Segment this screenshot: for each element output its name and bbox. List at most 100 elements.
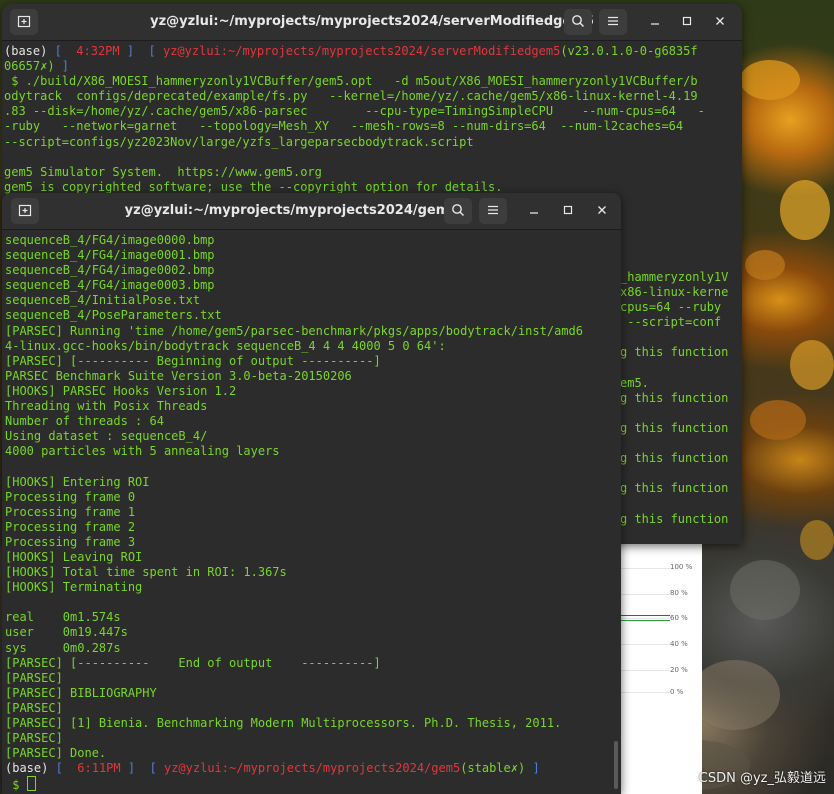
- terminal-line: [PARSEC] [1] Bienia. Benchmarking Modern…: [5, 716, 621, 731]
- terminal-text: (stable✗): [460, 761, 533, 776]
- terminal-text: gem5 Simulator System. https://www.gem5.…: [4, 164, 322, 179]
- terminal-text: sequenceB_4/PoseParameters.txt: [5, 308, 222, 323]
- terminal-text: Processing frame 2: [5, 519, 136, 534]
- terminal-text: [HOOKS] Terminating: [5, 580, 143, 595]
- terminal-text: 4:32PM: [76, 44, 127, 58]
- terminal-text: (base): [5, 761, 56, 776]
- terminal-text: Threading with Posix Threads: [5, 399, 208, 414]
- terminal-line: g this function: [620, 420, 729, 435]
- terminal-text: [PARSEC] [---------- End of output -----…: [5, 655, 381, 670]
- maximize-button[interactable]: [677, 12, 697, 32]
- terminal-line: [PARSEC] Done.: [5, 746, 621, 761]
- terminal-text: [: [54, 44, 77, 58]
- terminal-text: sequenceB_4/FG4/image0003.bmp: [5, 278, 215, 293]
- terminal-line: sequenceB_4/FG4/image0000.bmp: [5, 233, 621, 248]
- terminal-line: Number of threads : 64: [5, 414, 621, 429]
- terminal-line: Using dataset : sequenceB_4/: [5, 429, 621, 444]
- terminal-output-right-column: _hammeryzonly1V x86-linux-kerne cpus=64 --…: [620, 270, 742, 527]
- terminal-line: g this function: [620, 511, 729, 526]
- axis-label: 80 %: [670, 589, 688, 597]
- terminal-line: [HOOKS] Terminating: [5, 580, 621, 595]
- axis-label: 20 %: [670, 666, 688, 674]
- terminal-line: Processing frame 0: [5, 490, 621, 505]
- axis-label: 0 %: [670, 688, 684, 696]
- menu-button[interactable]: [599, 9, 627, 35]
- terminal-line: em5.: [620, 375, 649, 390]
- terminal-text: [PARSEC]: [5, 670, 63, 685]
- terminal-line: _hammeryzonly1V: [620, 270, 729, 284]
- terminal-line: --script=configs/yz2023Nov/large/yzfs_la…: [4, 135, 742, 150]
- terminal-line: 4-linux.gcc-hooks/bin/bodytrack sequence…: [5, 339, 621, 354]
- maximize-button[interactable]: [558, 201, 578, 221]
- terminal-output[interactable]: sequenceB_4/FG4/image0000.bmp sequenceB_4…: [2, 233, 621, 794]
- terminal-text: ]: [532, 761, 540, 776]
- terminal-line: g this function: [620, 345, 729, 360]
- terminal-text: ] [: [127, 761, 164, 776]
- terminal-text: 6:11PM: [77, 761, 128, 776]
- terminal-text: yz@yzlui:~/myprojects/myprojects2024/ser…: [162, 44, 561, 58]
- terminal-text: 06657✗): [4, 59, 62, 74]
- terminal-text: gem5 is copyrighted software; use the --…: [4, 179, 503, 194]
- terminal-text: ] [: [126, 44, 163, 58]
- terminal-text: $: [5, 778, 27, 793]
- close-button[interactable]: [710, 12, 730, 32]
- terminal-line: [HOOKS] PARSEC Hooks Version 1.2: [5, 384, 621, 399]
- terminal-line: Processing frame 3: [5, 535, 621, 550]
- terminal-line: [PARSEC] BIBLIOGRAPHY: [5, 686, 621, 701]
- terminal-text: [HOOKS] PARSEC Hooks Version 1.2: [5, 383, 237, 398]
- terminal-window-front[interactable]: yz@yzlui:~/myprojects/myprojects2024/gem…: [2, 193, 621, 794]
- title-bar[interactable]: yz@yzlui:~/myprojects/myprojects2024/ser…: [2, 4, 742, 41]
- terminal-line: (base) [ 6:11PM ] [ yz@yzlui:~/myproject…: [5, 761, 621, 776]
- menu-button[interactable]: [479, 198, 507, 224]
- text-cursor: [26, 776, 36, 792]
- search-button[interactable]: [444, 198, 472, 224]
- terminal-line: [HOOKS] Total time spent in ROI: 1.367s: [5, 565, 621, 580]
- terminal-line: sequenceB_4/FG4/image0002.bmp: [5, 263, 621, 278]
- terminal-text: [HOOKS] Entering ROI: [5, 474, 150, 489]
- hamburger-menu-icon: [608, 16, 618, 26]
- close-icon: [598, 206, 606, 214]
- terminal-line: (base) [ 4:32PM ] [ yz@yzlui:~/myproject…: [4, 44, 742, 59]
- search-icon: [452, 204, 464, 216]
- terminal-text: [PARSEC] Done.: [5, 746, 107, 761]
- terminal-line: user 0m19.447s: [5, 625, 621, 640]
- terminal-text: PARSEC Benchmark Suite Version 3.0-beta-…: [5, 368, 352, 383]
- terminal-line: [PARSEC]: [5, 671, 621, 686]
- close-button[interactable]: [592, 201, 612, 221]
- watermark: CSDN @yz_弘毅道远: [698, 771, 826, 786]
- maximize-icon: [563, 205, 573, 215]
- terminal-line: [PARSEC]: [5, 701, 621, 716]
- axis-label: 40 %: [670, 640, 688, 648]
- hamburger-menu-icon: [488, 205, 498, 215]
- search-button[interactable]: [564, 9, 592, 35]
- minimize-button[interactable]: [645, 12, 665, 32]
- scrollbar[interactable]: [614, 741, 618, 789]
- terminal-text: Using dataset : sequenceB_4/: [5, 429, 208, 444]
- terminal-text: Number of threads : 64: [5, 414, 164, 429]
- terminal-line: .83 --disk=/home/yz/.cache/gem5/x86-pars…: [4, 104, 742, 119]
- terminal-line: [PARSEC]: [5, 731, 621, 746]
- terminal-line: 06657✗) ]: [4, 59, 742, 74]
- maximize-icon: [682, 16, 692, 26]
- terminal-line: --script=conf: [620, 315, 722, 330]
- terminal-text: sequenceB_4/FG4/image0002.bmp: [5, 263, 215, 278]
- terminal-text: 4-linux.gcc-hooks/bin/bodytrack sequence…: [5, 338, 446, 353]
- terminal-line: Processing frame 1: [5, 505, 621, 520]
- minimize-icon: [530, 212, 538, 214]
- terminal-text: Processing frame 3: [5, 534, 136, 549]
- title-bar[interactable]: yz@yzlui:~/myprojects/myprojects2024/gem…: [2, 193, 621, 230]
- terminal-line: [HOOKS] Leaving ROI: [5, 550, 621, 565]
- terminal-text: [PARSEC] BIBLIOGRAPHY: [5, 685, 157, 700]
- terminal-text: [PARSEC] [---------- Beginning of output…: [5, 353, 381, 368]
- terminal-text: -ruby --network=garnet --topology=Mesh_X…: [4, 119, 684, 134]
- terminal-line: [PARSEC] [---------- Beginning of output…: [5, 354, 621, 369]
- terminal-line: odytrack configs/deprecated/example/fs.p…: [4, 89, 742, 104]
- terminal-line: g this function: [620, 481, 729, 496]
- minimize-button[interactable]: [524, 201, 544, 221]
